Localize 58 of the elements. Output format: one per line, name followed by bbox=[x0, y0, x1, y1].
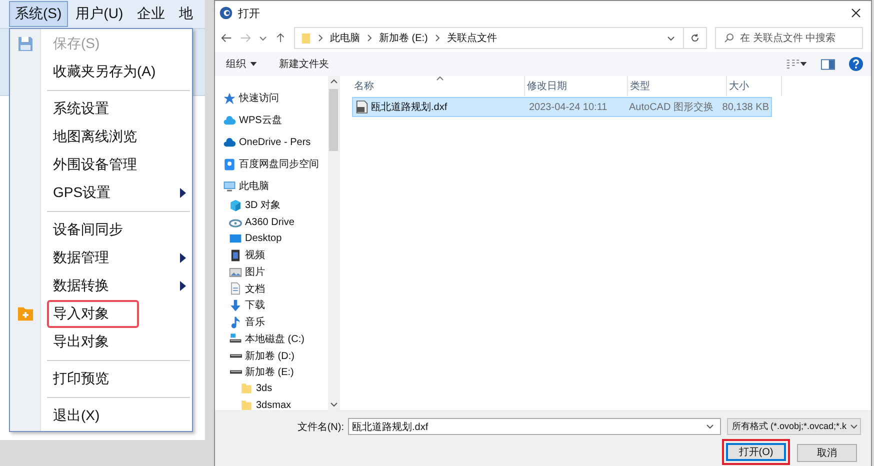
menu-item[interactable]: 系统设置 bbox=[47, 95, 115, 123]
menu-item[interactable]: 导入对象 bbox=[47, 300, 139, 328]
address-bar[interactable]: 此电脑 新加卷 (E:) 关联点文件 bbox=[294, 27, 684, 49]
menu-bar-item[interactable]: 系统(S) bbox=[9, 1, 68, 27]
tree-item[interactable]: 图片 bbox=[245, 265, 265, 280]
tree-item[interactable]: 文档 bbox=[245, 282, 265, 296]
column-header[interactable]: 名称 bbox=[354, 79, 374, 93]
tree-item[interactable]: 此电脑 bbox=[239, 179, 269, 193]
file-name-field[interactable]: 瓯北道路规划.dxf bbox=[348, 418, 721, 435]
tree-item[interactable]: 视频 bbox=[245, 248, 265, 262]
menu-bar-item[interactable]: 用户(U) bbox=[70, 1, 130, 27]
search-field[interactable]: 在 关联点文件 中搜索 bbox=[715, 27, 863, 49]
menu-item[interactable]: 外围设备管理 bbox=[47, 151, 143, 179]
menu-item[interactable]: 收藏夹另存为(A) bbox=[47, 58, 162, 86]
menu-bar-item[interactable]: 地 bbox=[173, 1, 200, 27]
tree-item[interactable]: 3D 对象 bbox=[245, 198, 281, 212]
search-placeholder: 在 关联点文件 中搜索 bbox=[740, 32, 836, 45]
menu-bar-item[interactable]: 企业 bbox=[131, 1, 172, 27]
window-title: 打开 bbox=[238, 6, 260, 20]
menu-item[interactable]: 退出(X) bbox=[47, 402, 106, 430]
file-name-value: 瓯北道路规划.dxf bbox=[351, 420, 430, 434]
file-row[interactable]: 瓯北道路规划.dxf 2023-04-24 10:11 AutoCAD 图形交换 80,138 KB bbox=[352, 97, 772, 117]
tree-item[interactable]: 新加卷 (D:) bbox=[245, 348, 294, 363]
menu-item[interactable]: 设备间同步 bbox=[47, 216, 129, 244]
toolbar-button[interactable]: 新建文件夹 bbox=[279, 57, 329, 71]
file-name: 瓯北道路规划.dxf bbox=[371, 100, 448, 114]
tree-item[interactable]: 下载 bbox=[245, 298, 265, 312]
menu-item[interactable]: GPS设置 bbox=[47, 179, 117, 207]
column-header[interactable]: 类型 bbox=[630, 79, 650, 93]
tree-item[interactable]: A360 Drive bbox=[245, 216, 294, 228]
tree-item[interactable]: 3dsmax bbox=[256, 400, 292, 410]
dialog-button[interactable]: 打开(O) bbox=[722, 439, 790, 465]
menu-item[interactable]: 打印预览 bbox=[47, 365, 115, 393]
menu-item[interactable]: 数据管理 bbox=[47, 244, 115, 272]
dialog-button[interactable]: 取消 bbox=[797, 444, 857, 462]
column-header[interactable]: 大小 bbox=[729, 79, 749, 93]
tree-item[interactable]: 音乐 bbox=[245, 315, 265, 330]
file-type-dropdown[interactable]: 所有格式 (*.ovobj;*.ovcad;*.k bbox=[727, 418, 861, 435]
breadcrumb-item[interactable]: 关联点文件 bbox=[446, 31, 497, 45]
column-header[interactable]: 修改日期 bbox=[527, 79, 567, 93]
file-type: AutoCAD 图形交换 bbox=[629, 100, 714, 114]
tree-item[interactable]: 百度网盘同步空间 bbox=[239, 157, 319, 171]
tree-item[interactable]: 快速访问 bbox=[239, 91, 279, 105]
toolbar-button[interactable]: 组织 bbox=[226, 57, 246, 71]
breadcrumb-item[interactable]: 新加卷 (E:) bbox=[379, 31, 428, 45]
field-label: 文件名(N): bbox=[297, 420, 344, 434]
file-date: 2023-04-24 10:11 bbox=[529, 102, 608, 112]
tree-item[interactable]: 本地磁盘 (C:) bbox=[245, 332, 304, 346]
tree-item[interactable]: Desktop bbox=[245, 233, 282, 244]
tree-item[interactable]: WPS云盘 bbox=[239, 113, 282, 127]
file-size: 80,138 KB bbox=[722, 102, 769, 112]
tree-item[interactable]: 新加卷 (E:) bbox=[245, 365, 294, 380]
breadcrumb-item[interactable]: 此电脑 bbox=[330, 31, 360, 45]
menu-item[interactable]: 导出对象 bbox=[47, 328, 115, 356]
menu-item[interactable]: 地图离线浏览 bbox=[47, 123, 143, 151]
tree-item[interactable]: 3ds bbox=[256, 383, 272, 394]
tree-item[interactable]: OneDrive - Pers bbox=[239, 136, 311, 148]
menu-item[interactable]: 数据转换 bbox=[47, 272, 115, 300]
